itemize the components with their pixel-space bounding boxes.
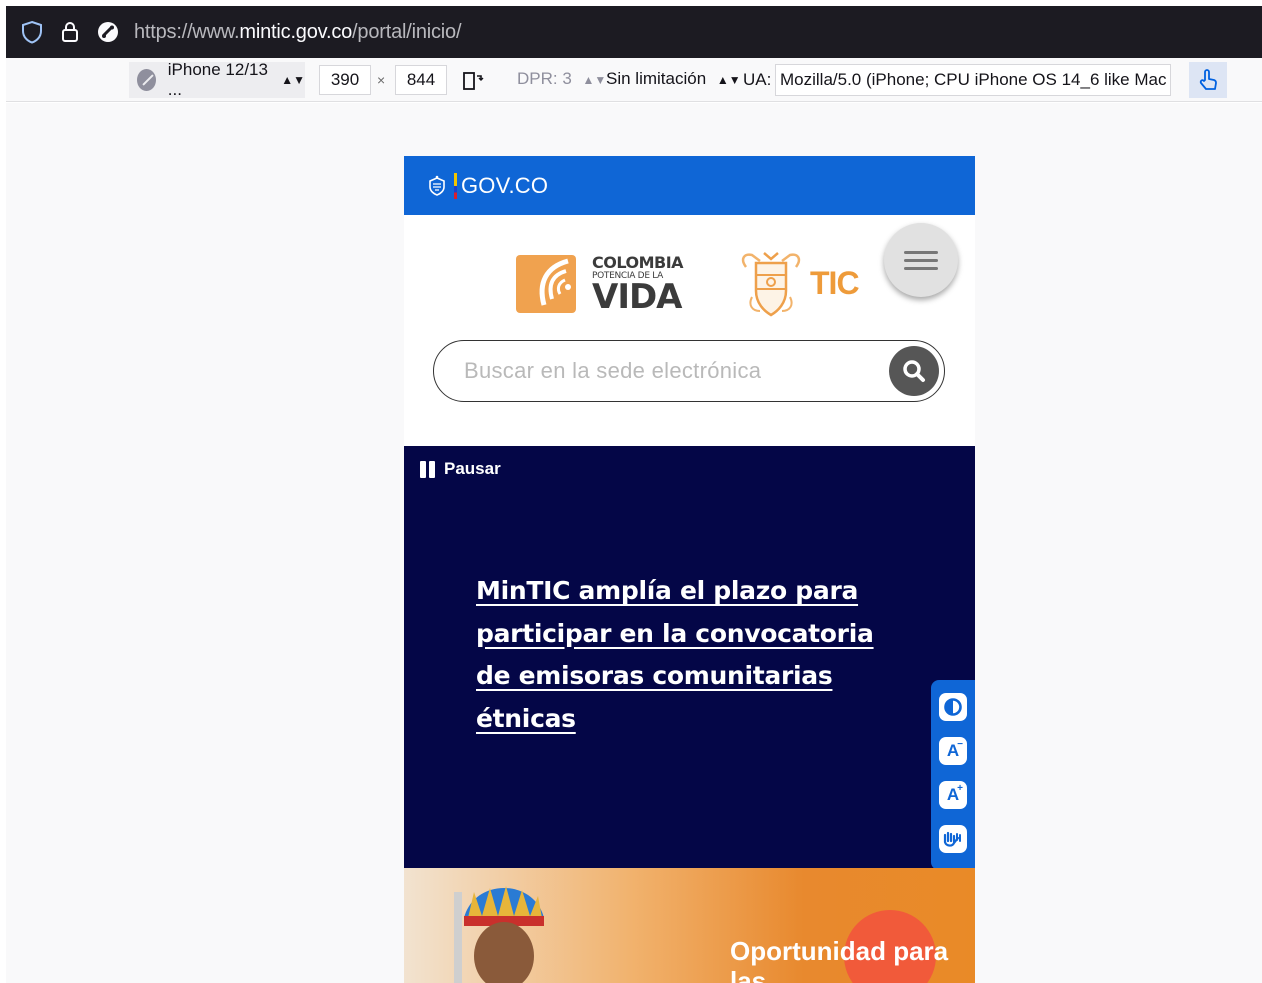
tic-logo-text[interactable]: TIC xyxy=(810,265,860,302)
pause-label: Pausar xyxy=(444,459,501,478)
promo-banner[interactable]: Oportunidad para las xyxy=(404,868,975,983)
hamburger-line xyxy=(904,258,938,262)
menu-button[interactable] xyxy=(884,223,958,297)
contrast-icon[interactable] xyxy=(939,693,967,721)
mobile-viewport: GOV.CO COLOMBIA POTENCIA DE LA VIDA TIC … xyxy=(404,156,975,983)
url-domain: mintic.gov.co xyxy=(239,20,353,43)
decrease-font-icon[interactable]: A − xyxy=(939,737,967,765)
gov-header[interactable]: GOV.CO xyxy=(404,156,975,215)
dimension-separator: × xyxy=(377,72,386,88)
dpr-label: DPR: 3 xyxy=(517,69,572,88)
search-section xyxy=(404,340,975,446)
device-name: iPhone 12/13 ... xyxy=(167,60,268,99)
national-shield-icon xyxy=(741,252,801,317)
throttling-dropdown-icon: ▲▼ xyxy=(716,73,741,87)
lock-icon[interactable] xyxy=(58,20,82,44)
headline-link[interactable]: MinTIC amplía el plazo para participar e… xyxy=(476,570,896,740)
dpr-dropdown-icon: ▲▼ xyxy=(582,73,607,87)
search-icon xyxy=(903,360,925,382)
device-dropdown-icon: ▲▼ xyxy=(281,73,305,87)
pause-icon xyxy=(420,460,435,478)
throttling-selector[interactable]: Sin limitación ▲▼ xyxy=(606,69,741,89)
user-agent-input[interactable]: Mozilla/5.0 (iPhone; CPU iPhone OS 14_6 … xyxy=(775,64,1171,96)
dpr-selector[interactable]: DPR: 3 ▲▼ xyxy=(517,69,606,89)
cpv-logo-mark xyxy=(516,255,576,313)
gov-co-label: GOV.CO xyxy=(461,172,549,198)
banner-text: Oportunidad para las xyxy=(730,936,949,983)
permissions-icon[interactable] xyxy=(96,20,120,44)
hamburger-line xyxy=(904,266,938,270)
url-path: /portal/inicio/ xyxy=(352,20,462,43)
flag-divider xyxy=(454,172,457,199)
coat-of-arms-icon xyxy=(429,175,445,196)
brand-header: COLOMBIA POTENCIA DE LA VIDA TIC xyxy=(404,215,975,345)
colombia-potencia-logo[interactable]: COLOMBIA POTENCIA DE LA VIDA xyxy=(516,252,684,317)
search-button[interactable] xyxy=(889,346,939,396)
brand-line-1: COLOMBIA xyxy=(592,252,684,272)
rotate-viewport-icon[interactable] xyxy=(462,70,484,97)
responsive-toolbar: iPhone 12/13 ... ▲▼ 390 × 844 DPR: 3 ▲▼ … xyxy=(6,58,1262,102)
sign-language-icon[interactable] xyxy=(939,825,967,853)
shield-icon[interactable] xyxy=(20,20,44,44)
search-box xyxy=(433,340,945,402)
url-text[interactable]: https://www.mintic.gov.co/portal/inicio/ xyxy=(134,20,462,44)
viewport-width-input[interactable]: 390 xyxy=(319,65,371,95)
device-selector[interactable]: iPhone 12/13 ... ▲▼ xyxy=(129,60,305,99)
touch-icon xyxy=(1199,69,1217,90)
device-icon xyxy=(137,69,156,91)
accessibility-toolbar: A − A + xyxy=(931,680,975,870)
search-input[interactable] xyxy=(464,355,864,387)
ua-label: UA: xyxy=(743,70,772,89)
browser-url-bar: https://www.mintic.gov.co/portal/inicio/ xyxy=(6,6,1262,58)
throttling-label: Sin limitación xyxy=(606,69,707,88)
hamburger-icon xyxy=(904,250,938,254)
brand-line-3: VIDA xyxy=(592,276,683,317)
pause-button[interactable]: Pausar xyxy=(420,459,501,479)
viewport-height-input[interactable]: 844 xyxy=(395,65,447,95)
person-photo xyxy=(454,886,544,983)
news-carousel: Pausar MinTIC amplía el plazo para parti… xyxy=(404,446,975,868)
increase-font-icon[interactable]: A + xyxy=(939,781,967,809)
touch-simulation-button[interactable] xyxy=(1189,62,1227,98)
url-prefix: https://www. xyxy=(134,20,240,43)
